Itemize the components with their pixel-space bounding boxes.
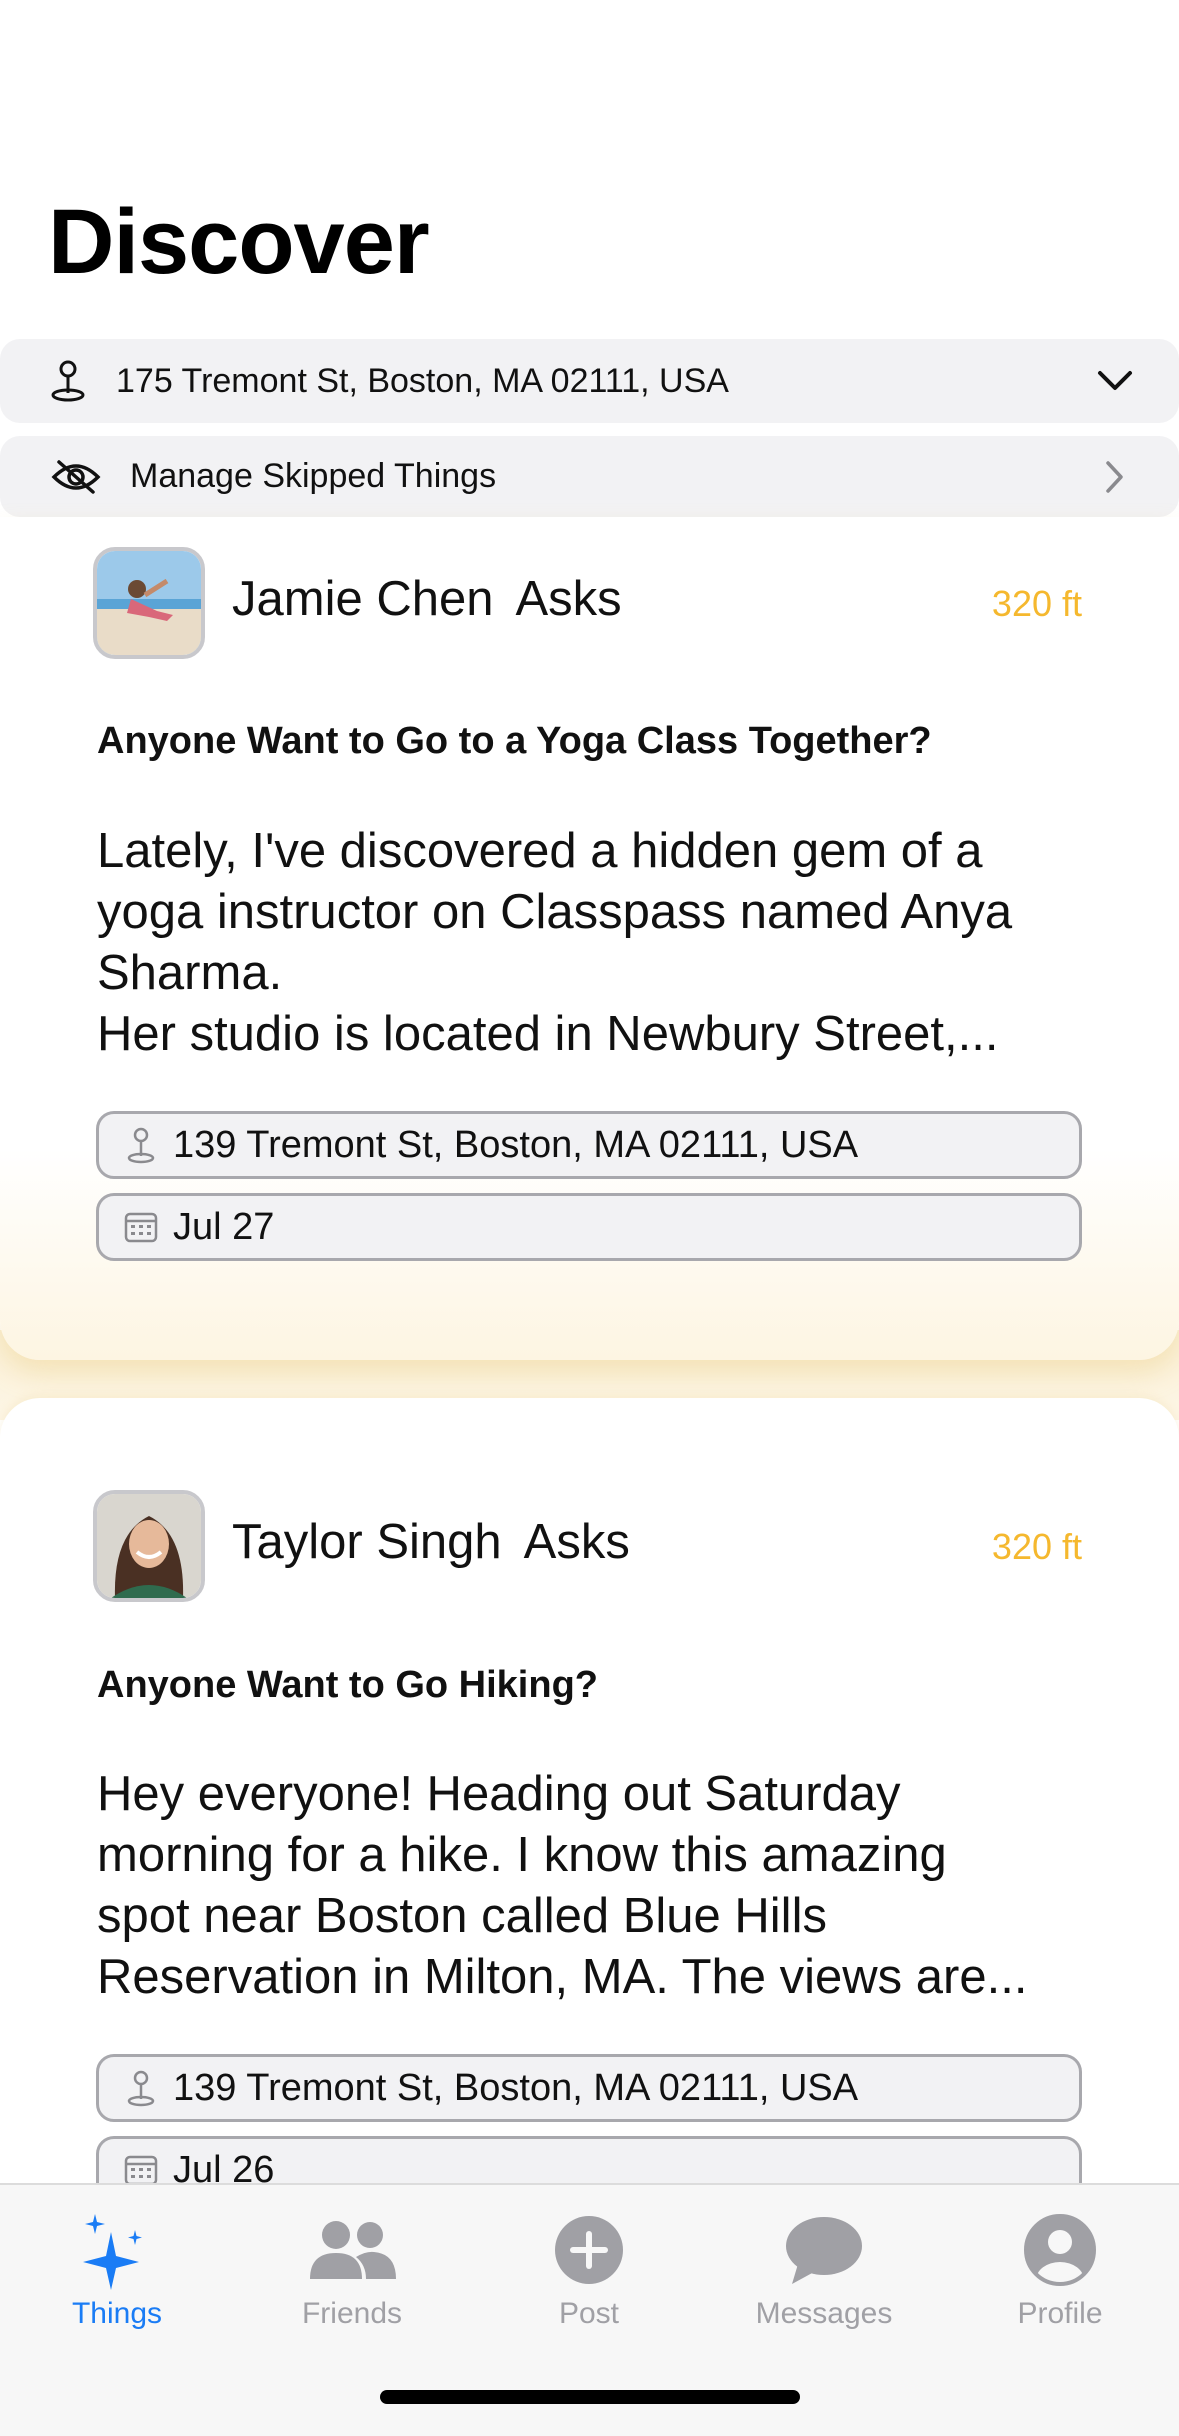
post-card[interactable]: Taylor Singh Asks 320 ft Anyone Want to G… [0, 1398, 1179, 2298]
post-title: Anyone Want to Go to a Yoga Class Togeth… [97, 720, 932, 762]
tab-profile[interactable]: Profile [960, 2205, 1160, 2331]
plus-circle-icon [489, 2205, 689, 2295]
tab-things[interactable]: Things [17, 2205, 217, 2331]
location-pin-icon [121, 2068, 161, 2108]
sparkles-icon [17, 2205, 217, 2295]
tab-post-label: Post [558, 2297, 620, 2330]
location-pin-icon [121, 1125, 161, 1165]
tab-things-label: Things [71, 2297, 163, 2330]
date-chip-text: Jul 27 [173, 1205, 275, 1248]
distance-label: 320 ft [991, 583, 1082, 624]
manage-skipped-things-label: Manage Skipped Things [130, 457, 497, 495]
chat-bubble-icon [724, 2205, 924, 2295]
location-chip-text: 139 Tremont St, Boston, MA 02111, USA [173, 2066, 859, 2109]
person-circle-icon [960, 2205, 1160, 2295]
post-verb: Asks [515, 572, 622, 626]
location-chip-text: 139 Tremont St, Boston, MA 02111, USA [173, 1123, 859, 1166]
tab-messages-label: Messages [755, 2297, 893, 2330]
manage-skipped-things-row[interactable]: Manage Skipped Things [0, 436, 1179, 517]
current-location-text: 175 Tremont St, Boston, MA 02111, USA [116, 361, 729, 400]
location-chip[interactable]: 139 Tremont St, Boston, MA 02111, USA [96, 1111, 1082, 1179]
calendar-icon [121, 1207, 161, 1247]
author-name[interactable]: Jamie Chen [232, 572, 493, 626]
chevron-down-icon[interactable] [1095, 361, 1135, 401]
tab-profile-label: Profile [1017, 2297, 1103, 2330]
post-verb: Asks [523, 1515, 630, 1569]
location-pin-icon [44, 357, 92, 405]
tab-messages[interactable]: Messages [724, 2205, 924, 2331]
home-indicator [380, 2390, 800, 2404]
post-title: Anyone Want to Go Hiking? [97, 1664, 598, 1706]
post-card[interactable]: Jamie Chen Asks 320 ft Anyone Want to Go … [0, 517, 1179, 1360]
distance-label: 320 ft [991, 1526, 1082, 1567]
author-line: Jamie Chen Asks [232, 571, 622, 627]
avatar[interactable] [93, 547, 205, 659]
location-selector[interactable]: 175 Tremont St, Boston, MA 02111, USA [0, 339, 1179, 423]
chevron-right-icon [1095, 457, 1135, 497]
location-chip[interactable]: 139 Tremont St, Boston, MA 02111, USA [96, 2054, 1082, 2122]
tab-friends[interactable]: Friends [252, 2205, 452, 2331]
date-chip[interactable]: Jul 27 [96, 1193, 1082, 1261]
post-body: Hey everyone! Heading out Saturday morni… [97, 1767, 1028, 2004]
people-icon [252, 2205, 452, 2295]
author-line: Taylor Singh Asks [232, 1514, 630, 1570]
avatar[interactable] [93, 1490, 205, 1602]
tab-post[interactable]: Post [489, 2205, 689, 2331]
post-body: Lately, I've discovered a hidden gem of … [97, 824, 1013, 1061]
page-title: Discover [48, 191, 430, 293]
tab-friends-label: Friends [301, 2297, 403, 2330]
eye-slash-icon [50, 453, 102, 501]
author-name[interactable]: Taylor Singh [232, 1515, 502, 1569]
